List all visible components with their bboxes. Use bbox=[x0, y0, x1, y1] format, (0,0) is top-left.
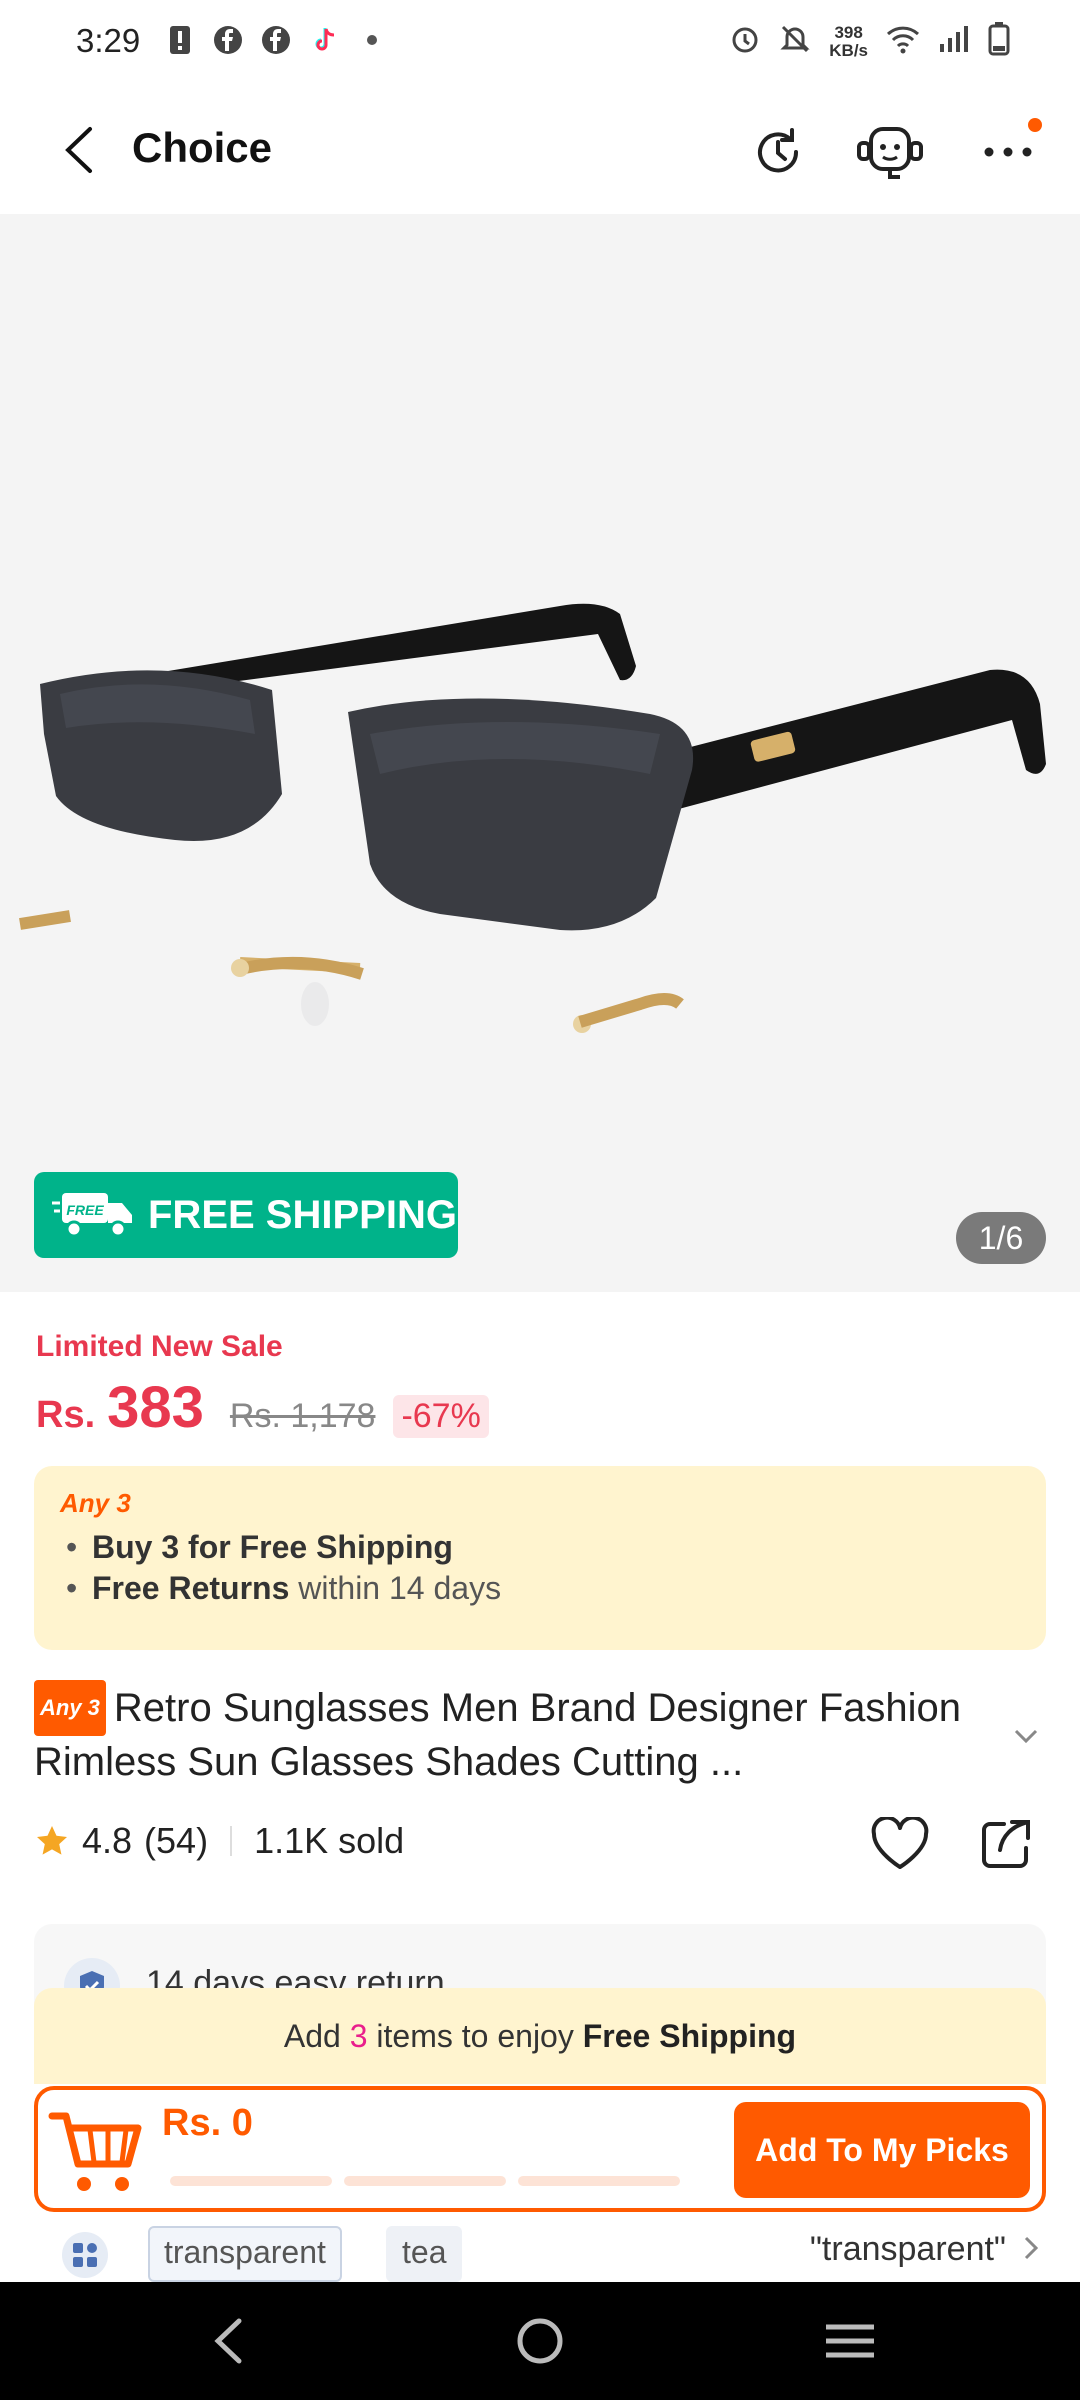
keyword-chip[interactable]: tea bbox=[386, 2226, 463, 2282]
nav-menu-icon bbox=[826, 2324, 874, 2358]
sale-label: Limited New Sale bbox=[36, 1330, 283, 1363]
battery-icon bbox=[988, 22, 1010, 61]
app-header: Choice bbox=[0, 88, 1080, 214]
chevron-right-icon bbox=[1024, 2236, 1038, 2260]
selected-keyword[interactable]: "transparent" bbox=[810, 2230, 1006, 2269]
wishlist-button[interactable] bbox=[862, 1806, 938, 1882]
page-title: Choice bbox=[132, 124, 273, 171]
product-title[interactable]: Any 3 Retro Sunglasses Men Brand Designer… bbox=[34, 1680, 994, 1788]
keyword-chip[interactable]: transparent bbox=[148, 2226, 342, 2282]
chevron-down-icon bbox=[1014, 1729, 1038, 1743]
product-image-gallery[interactable]: FREE FREE SHIPPING 1/6 bbox=[0, 214, 1080, 1292]
share-button[interactable] bbox=[968, 1806, 1044, 1882]
progress-segment-3 bbox=[518, 2176, 680, 2186]
items-needed-count: 3 bbox=[349, 2017, 368, 2054]
price-amount: 383 bbox=[107, 1375, 204, 1440]
system-icons: 398 KB/s bbox=[729, 22, 1010, 61]
sold-count: 1.1K sold bbox=[254, 1820, 405, 1861]
image-counter: 1/6 bbox=[956, 1212, 1046, 1264]
grid-icon bbox=[62, 2232, 108, 2278]
free-shipping-label: FREE SHIPPING bbox=[148, 1192, 457, 1237]
status-time: 3:29 bbox=[76, 22, 141, 59]
heart-icon bbox=[871, 1817, 929, 1869]
mute-icon bbox=[779, 23, 811, 60]
history-button[interactable] bbox=[740, 114, 816, 190]
divider bbox=[230, 1826, 233, 1856]
nav-back-icon bbox=[214, 2318, 242, 2364]
history-icon bbox=[758, 128, 799, 173]
nav-home-icon bbox=[517, 2318, 563, 2364]
notification-badge bbox=[1028, 118, 1042, 132]
cart-total: Rs. 0 bbox=[162, 2102, 253, 2144]
nav-home-button[interactable] bbox=[500, 2306, 580, 2376]
free-badge-text: FREE bbox=[66, 1202, 104, 1218]
status-bar: 3:29 398 KB/s bbox=[0, 0, 1080, 88]
product-image bbox=[19, 603, 1046, 1033]
alarm-icon bbox=[729, 23, 761, 60]
original-price: Rs. 1,178 bbox=[229, 1397, 376, 1435]
star-icon bbox=[37, 1826, 67, 1855]
product-title-text: Retro Sunglasses Men Brand Designer Fash… bbox=[34, 1686, 962, 1784]
more-icon bbox=[984, 147, 1032, 157]
customer-service-button[interactable] bbox=[852, 114, 928, 190]
price-currency: Rs. bbox=[36, 1394, 96, 1436]
system-nav-bar bbox=[0, 2282, 1080, 2400]
add-to-picks-button[interactable]: Add To My Picks bbox=[734, 2102, 1030, 2198]
signal-icon bbox=[938, 24, 970, 59]
rating-score: 4.8 bbox=[82, 1820, 133, 1861]
facebook-icon bbox=[260, 24, 292, 56]
price-row: Rs. 383 Rs. 1,178 -67% bbox=[36, 1374, 489, 1441]
expand-title-button[interactable] bbox=[1006, 1716, 1046, 1756]
truck-icon: FREE bbox=[52, 1193, 132, 1238]
discount-badge: -67% bbox=[393, 1395, 489, 1438]
cart-panel: Add 3 items to enjoy Free Shipping Rs. 0… bbox=[34, 1988, 1046, 2212]
wifi-icon bbox=[886, 24, 920, 59]
nav-back-button[interactable] bbox=[188, 2306, 268, 2376]
more-button[interactable] bbox=[970, 114, 1046, 190]
promo-tag: Any 3 bbox=[60, 1488, 131, 1518]
promo-line-2: Free Returns within 14 days bbox=[60, 1570, 1020, 1607]
rating-count: (54) bbox=[144, 1820, 209, 1861]
keyword-row: transparent tea "transparent" bbox=[34, 2224, 1046, 2284]
tiktok-icon bbox=[308, 24, 340, 56]
cart-icon bbox=[48, 2112, 142, 2191]
share-icon bbox=[982, 1820, 1030, 1868]
progress-segment-1 bbox=[170, 2176, 332, 2186]
rating-row[interactable]: 4.8 (54) 1.1K sold bbox=[34, 1820, 404, 1862]
alert-icon bbox=[164, 24, 196, 56]
support-agent-icon bbox=[857, 127, 923, 179]
back-arrow-icon bbox=[65, 127, 92, 173]
notification-icons bbox=[164, 24, 388, 56]
dot-icon bbox=[356, 24, 388, 56]
facebook-icon bbox=[212, 24, 244, 56]
free-shipping-banner: FREE FREE SHIPPING bbox=[34, 1172, 458, 1258]
promo-box[interactable]: Any 3 Buy 3 for Free Shipping Free Retur… bbox=[34, 1466, 1046, 1650]
cart-summary[interactable]: Rs. 0 Add To My Picks bbox=[34, 2086, 1046, 2212]
promo-line-1: Buy 3 for Free Shipping bbox=[60, 1529, 1020, 1566]
net-speed: 398 KB/s bbox=[829, 22, 868, 60]
progress-segment-2 bbox=[344, 2176, 506, 2186]
nav-recents-button[interactable] bbox=[810, 2306, 890, 2376]
free-shipping-hint: Add 3 items to enjoy Free Shipping bbox=[34, 1988, 1046, 2084]
back-button[interactable] bbox=[48, 118, 112, 182]
any3-tag: Any 3 bbox=[34, 1680, 106, 1736]
